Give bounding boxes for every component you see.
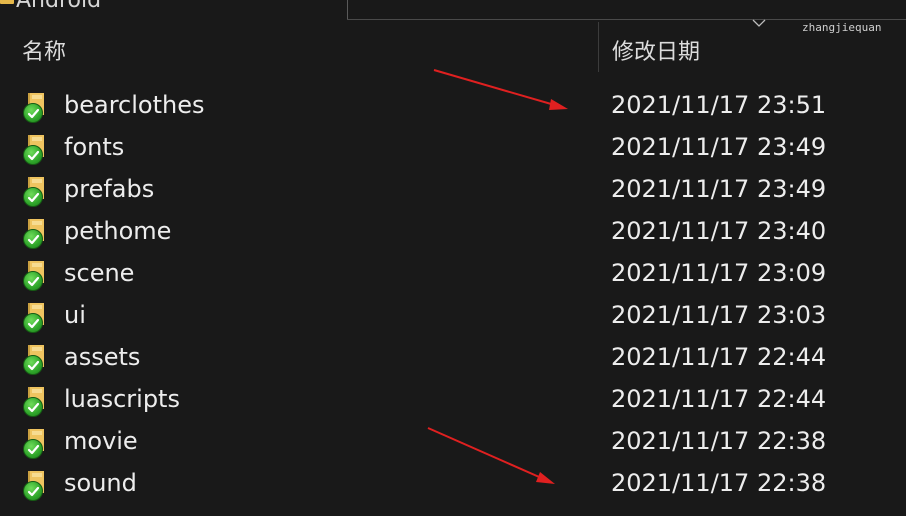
file-date-modified: 2021/11/17 23:09 (611, 259, 827, 287)
address-bar-divider (347, 0, 348, 20)
file-date-modified: 2021/11/17 23:40 (611, 217, 827, 245)
file-date-modified: 2021/11/17 22:44 (611, 385, 827, 413)
sync-ok-check-icon (23, 313, 43, 333)
sync-ok-check-icon (23, 397, 43, 417)
file-row[interactable]: pethome 2021/11/17 23:40 (0, 211, 906, 253)
file-date-modified: 2021/11/17 22:38 (611, 469, 827, 497)
sync-ok-check-icon (23, 145, 43, 165)
column-resize-handle[interactable] (598, 22, 599, 72)
file-row[interactable]: scene 2021/11/17 23:09 (0, 253, 906, 295)
column-header-date-modified[interactable]: 修改日期 (612, 34, 700, 66)
file-date-modified: 2021/11/17 23:49 (611, 175, 827, 203)
sync-ok-check-icon (23, 229, 43, 249)
file-date-modified: 2021/11/17 23:49 (611, 133, 827, 161)
folder-icon (22, 471, 48, 501)
folder-icon (22, 387, 48, 417)
file-date-modified: 2021/11/17 22:44 (611, 343, 827, 371)
file-name[interactable]: prefabs (64, 175, 154, 203)
sync-ok-check-icon (23, 439, 43, 459)
sync-ok-check-icon (23, 187, 43, 207)
file-row[interactable]: assets 2021/11/17 22:44 (0, 337, 906, 379)
file-row[interactable]: ui 2021/11/17 23:03 (0, 295, 906, 337)
folder-icon (22, 261, 48, 291)
folder-icon (22, 177, 48, 207)
sync-ok-check-icon (23, 271, 43, 291)
folder-icon (22, 303, 48, 333)
folder-icon (22, 93, 48, 123)
file-name[interactable]: assets (64, 343, 140, 371)
folder-icon (22, 219, 48, 249)
file-date-modified: 2021/11/17 23:51 (611, 91, 827, 119)
folder-icon (22, 429, 48, 459)
search-box-border (347, 19, 906, 20)
file-name[interactable]: ui (64, 301, 86, 329)
file-row[interactable]: bearclothes 2021/11/17 23:51 (0, 85, 906, 127)
file-name[interactable]: movie (64, 427, 138, 455)
file-date-modified: 2021/11/17 22:38 (611, 427, 827, 455)
file-row[interactable]: luascripts 2021/11/17 22:44 (0, 379, 906, 421)
breadcrumb-current[interactable]: Android (16, 0, 101, 13)
folder-icon (0, 0, 14, 4)
file-name[interactable]: luascripts (64, 385, 180, 413)
file-name[interactable]: sound (64, 469, 137, 497)
address-bar: Android (0, 0, 906, 20)
file-name[interactable]: scene (64, 259, 134, 287)
file-row[interactable]: prefabs 2021/11/17 23:49 (0, 169, 906, 211)
file-row[interactable]: sound 2021/11/17 22:38 (0, 463, 906, 505)
file-list: bearclothes 2021/11/17 23:51 fonts 2021/11/… (0, 85, 906, 505)
sync-ok-check-icon (23, 481, 43, 501)
file-row[interactable]: fonts 2021/11/17 23:49 (0, 127, 906, 169)
folder-icon (22, 345, 48, 375)
file-row[interactable]: movie 2021/11/17 22:38 (0, 421, 906, 463)
column-header-name[interactable]: 名称 (22, 34, 66, 66)
file-name[interactable]: fonts (64, 133, 124, 161)
sync-ok-check-icon (23, 103, 43, 123)
folder-icon (22, 135, 48, 165)
file-date-modified: 2021/11/17 23:03 (611, 301, 827, 329)
file-name[interactable]: pethome (64, 217, 171, 245)
file-name[interactable]: bearclothes (64, 91, 204, 119)
column-header-row: 名称 修改日期 (0, 22, 906, 72)
sync-ok-check-icon (23, 355, 43, 375)
